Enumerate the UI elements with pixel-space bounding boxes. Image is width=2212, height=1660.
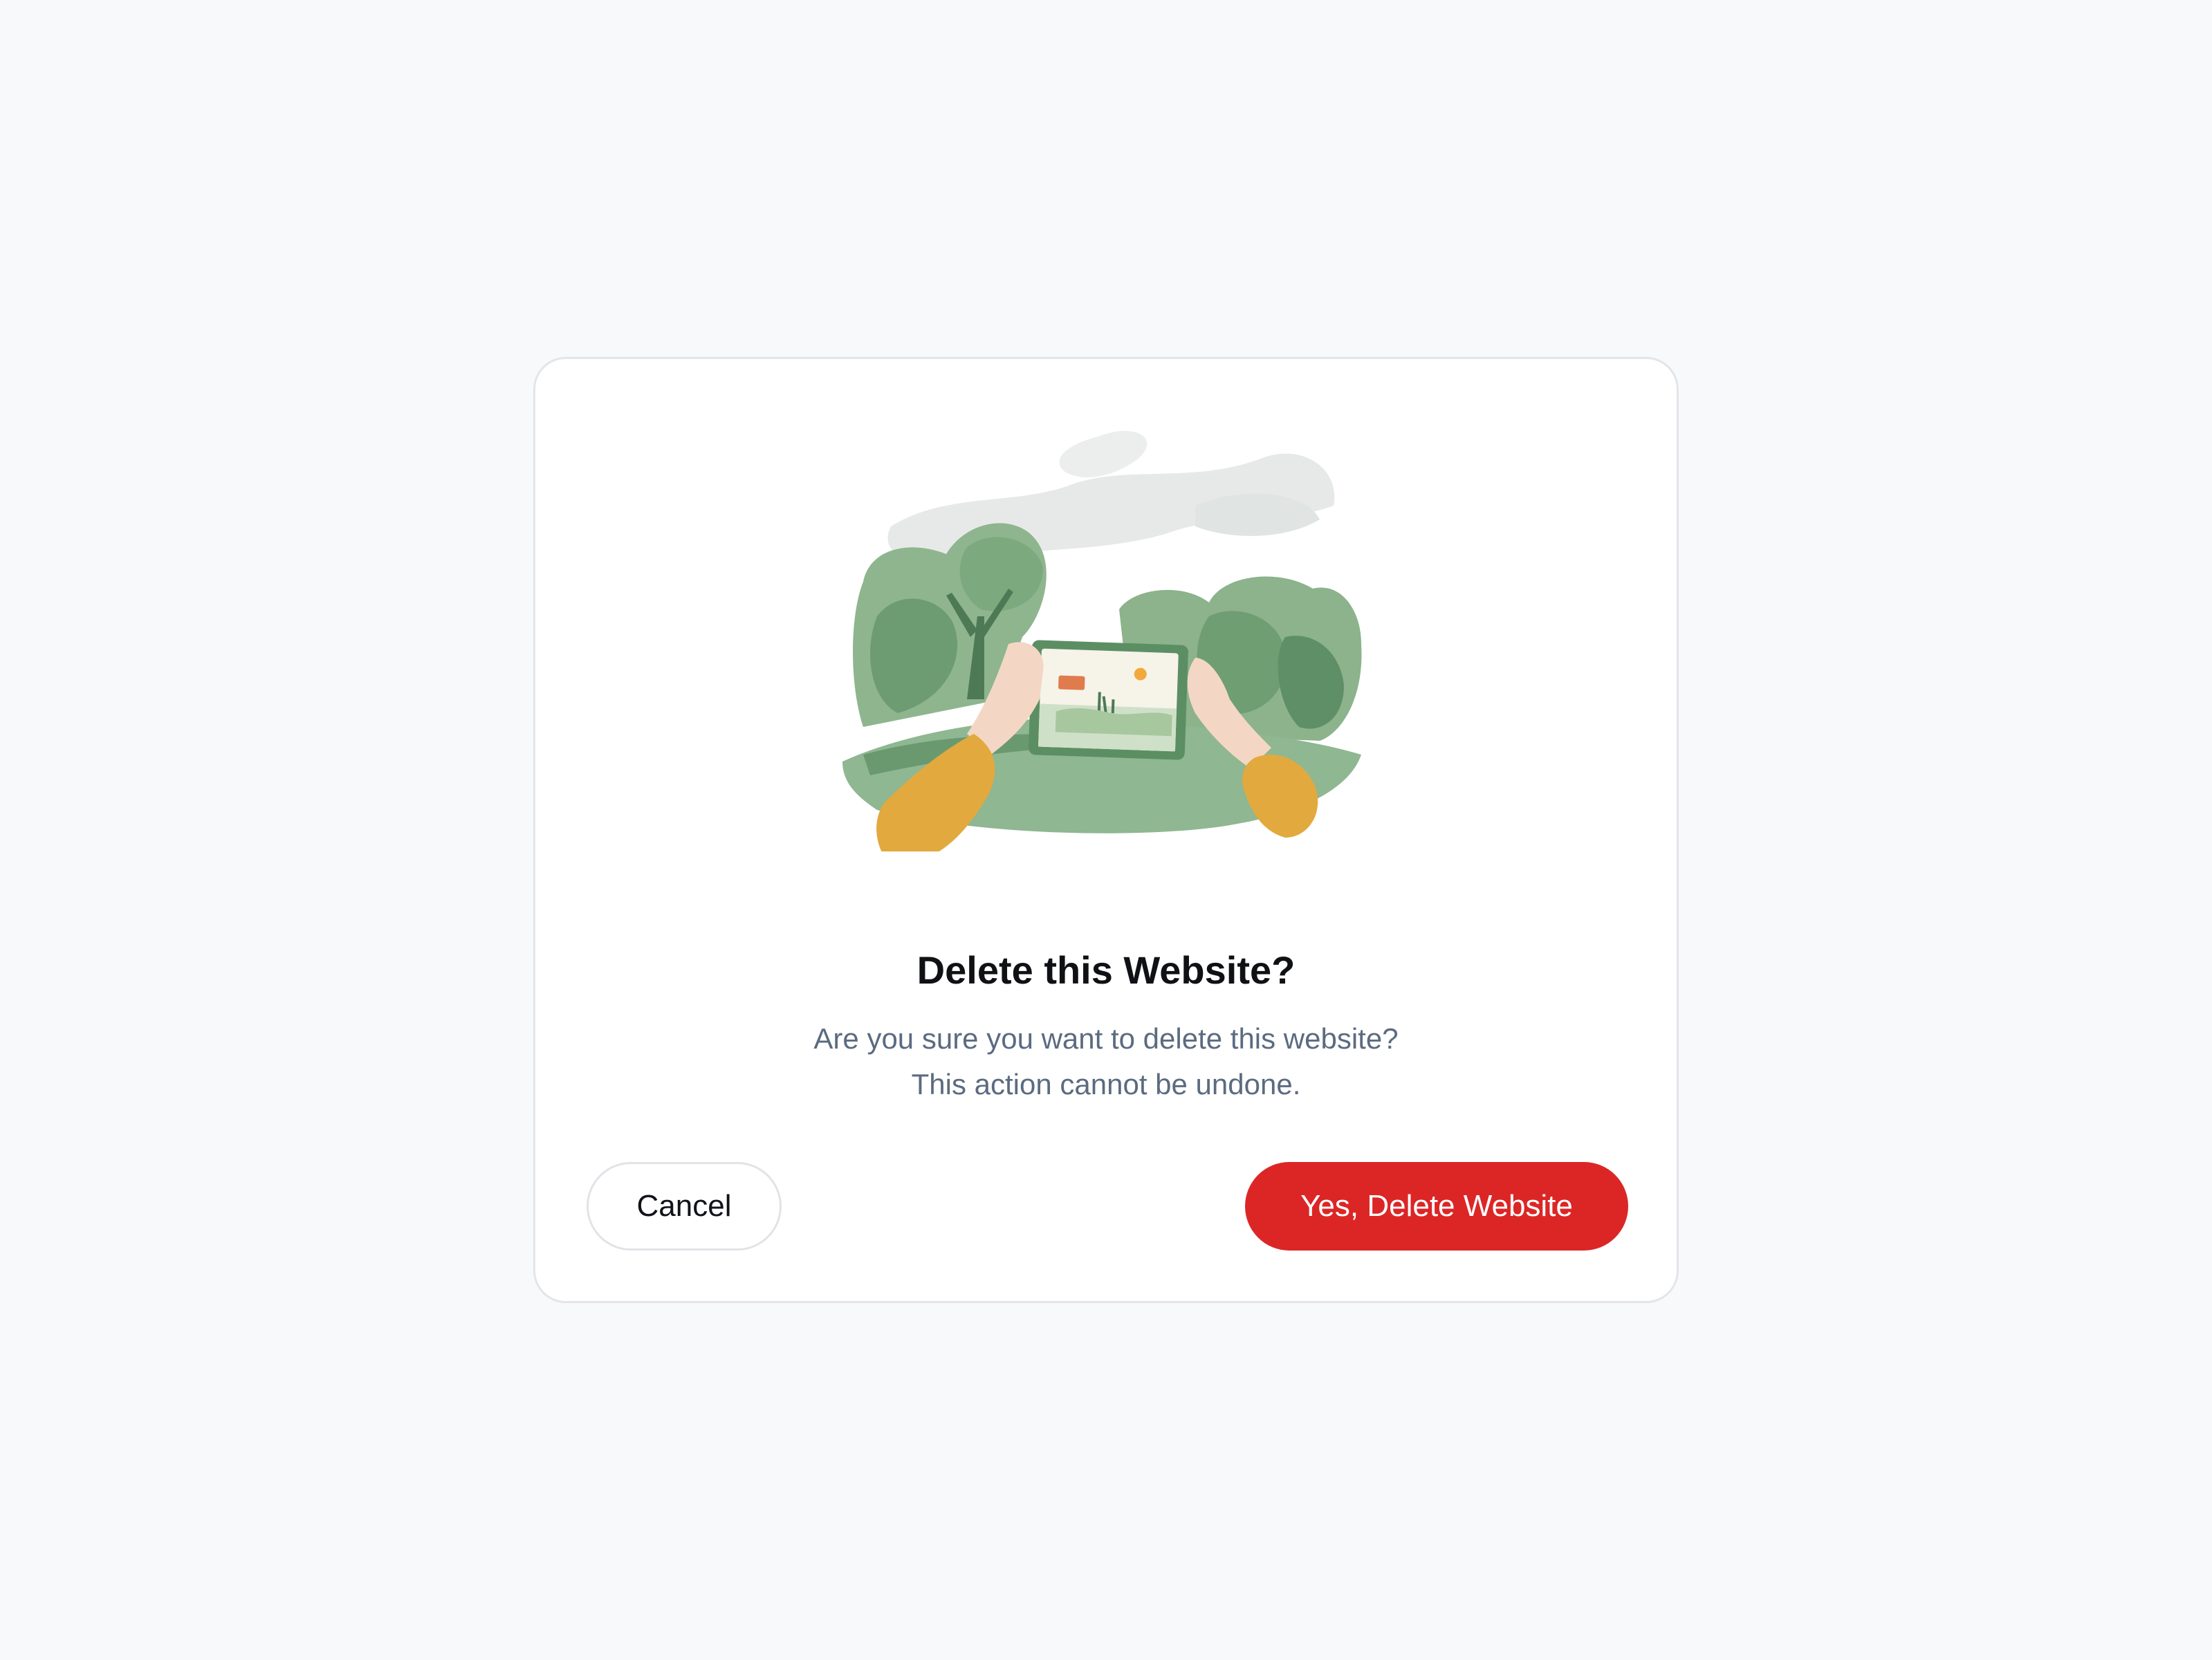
delete-website-dialog: Delete this Website? Are you sure you wa… — [533, 357, 1679, 1303]
cancel-button[interactable]: Cancel — [587, 1162, 782, 1251]
confirm-delete-button[interactable]: Yes, Delete Website — [1245, 1162, 1628, 1251]
park-picture-illustration — [836, 409, 1381, 851]
dialog-message: Are you sure you want to delete this web… — [813, 1022, 1399, 1100]
dialog-title: Delete this Website? — [916, 948, 1296, 992]
